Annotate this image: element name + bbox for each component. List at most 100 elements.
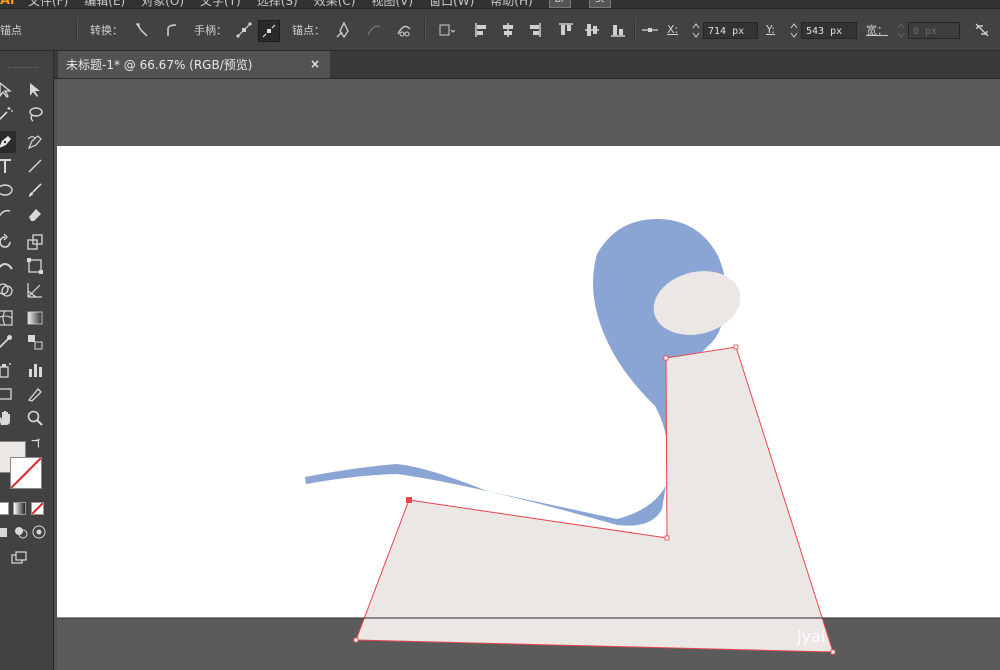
y-field[interactable]: 543 px bbox=[801, 22, 857, 39]
anchor-point[interactable] bbox=[733, 344, 739, 350]
context-label-wrap: 锚点 bbox=[0, 9, 22, 50]
draw-normal-icon[interactable] bbox=[0, 523, 12, 541]
document-tab[interactable]: 未标题-1* @ 66.67% (RGB/预览) × bbox=[58, 51, 330, 78]
blue-figure-shape[interactable] bbox=[305, 219, 726, 526]
convert-to-smooth-icon[interactable] bbox=[162, 20, 182, 40]
align-center-h-icon[interactable] bbox=[498, 20, 518, 40]
menu-view[interactable]: 视图(V) bbox=[371, 0, 413, 8]
curvature-tool-icon[interactable] bbox=[24, 131, 46, 153]
shape-builder-icon[interactable] bbox=[0, 279, 16, 301]
separator bbox=[634, 19, 636, 41]
document-tab-title: 未标题-1* @ 66.67% (RGB/预览) bbox=[66, 58, 253, 72]
menu-items: Ai 文件(F) 编辑(E) 对象(O) 文字(T) 选择(S) 效果(C) 视… bbox=[0, 0, 629, 8]
menu-edit[interactable]: 编辑(E) bbox=[84, 0, 125, 8]
y-stepper-icon[interactable] bbox=[789, 22, 799, 39]
align-bottom-icon[interactable] bbox=[608, 20, 628, 40]
menu-bar: Ai 文件(F) 编辑(E) 对象(O) 文字(T) 选择(S) 效果(C) 视… bbox=[0, 0, 1000, 9]
canvas-workspace[interactable]: jyai bbox=[57, 79, 1000, 670]
convert-to-corner-icon[interactable] bbox=[132, 20, 152, 40]
x-label: X: bbox=[667, 23, 679, 36]
w-label-wrap: 宽： bbox=[866, 9, 888, 50]
cut-path-icon[interactable] bbox=[394, 20, 414, 40]
shaper-tool-icon[interactable] bbox=[0, 203, 16, 225]
stock-button[interactable]: St bbox=[588, 0, 611, 8]
eraser-icon[interactable] bbox=[24, 203, 46, 225]
align-left-icon[interactable] bbox=[472, 20, 492, 40]
x-field[interactable]: 714 px bbox=[703, 22, 758, 39]
separator bbox=[76, 19, 78, 41]
scale-tool-icon[interactable] bbox=[24, 231, 46, 253]
gradient-tool-icon[interactable] bbox=[24, 307, 46, 329]
symbol-sprayer-icon[interactable] bbox=[0, 359, 16, 381]
convert-label-wrap: 转换： bbox=[90, 9, 123, 50]
anchor-point[interactable] bbox=[830, 649, 836, 655]
constrain-link-icon[interactable] bbox=[972, 20, 992, 40]
y-label-wrap: Y: bbox=[766, 9, 775, 50]
watermark: jyai bbox=[796, 627, 825, 646]
hand-tool-icon[interactable] bbox=[0, 407, 16, 429]
magic-wand-icon[interactable] bbox=[0, 103, 16, 125]
perspective-grid-icon[interactable] bbox=[24, 279, 46, 301]
document-tab-bar: 未标题-1* @ 66.67% (RGB/预览) × bbox=[54, 51, 1000, 79]
ellipse-tool-icon[interactable] bbox=[0, 179, 16, 201]
menu-object[interactable]: 对象(O) bbox=[141, 0, 184, 8]
x-stepper-icon[interactable] bbox=[691, 22, 701, 39]
w-field[interactable]: 0 px bbox=[908, 22, 960, 39]
menu-file[interactable]: 文件(F) bbox=[28, 0, 68, 8]
stroke-swatch[interactable] bbox=[10, 457, 42, 489]
align-to-icon[interactable] bbox=[436, 20, 456, 40]
anchor-point[interactable] bbox=[663, 355, 669, 361]
artboard-tool-icon[interactable] bbox=[0, 383, 16, 405]
menu-effect[interactable]: 效果(C) bbox=[314, 0, 356, 8]
menu-help[interactable]: 帮助(H) bbox=[490, 0, 532, 8]
free-transform-icon[interactable] bbox=[24, 255, 46, 277]
line-segment-icon[interactable] bbox=[24, 155, 46, 177]
tools-panel bbox=[0, 51, 54, 670]
app-logo: Ai bbox=[0, 0, 15, 8]
gradient-mode-button[interactable] bbox=[13, 502, 26, 515]
cream-selected-path[interactable] bbox=[355, 346, 834, 653]
pen-tool-icon[interactable] bbox=[0, 131, 16, 153]
anchor-point[interactable] bbox=[664, 535, 670, 541]
blend-tool-icon[interactable] bbox=[24, 331, 46, 353]
align-right-icon[interactable] bbox=[524, 20, 544, 40]
close-tab-icon[interactable]: × bbox=[310, 57, 320, 71]
reference-point-icon[interactable] bbox=[640, 20, 660, 40]
selection-arrow-icon[interactable] bbox=[0, 79, 16, 101]
menu-window[interactable]: 窗口(W) bbox=[429, 0, 474, 8]
draw-inside-icon[interactable] bbox=[30, 523, 48, 541]
w-label: 宽： bbox=[866, 23, 888, 37]
column-graph-icon[interactable] bbox=[24, 359, 46, 381]
zoom-tool-icon[interactable] bbox=[24, 407, 46, 429]
paintbrush-icon[interactable] bbox=[24, 179, 46, 201]
remove-anchor-icon[interactable] bbox=[334, 20, 354, 40]
anchor-point[interactable] bbox=[353, 637, 359, 643]
menu-select[interactable]: 选择(S) bbox=[257, 0, 298, 8]
lasso-icon[interactable] bbox=[24, 103, 46, 125]
menu-type[interactable]: 文字(T) bbox=[200, 0, 241, 8]
eyedropper-icon[interactable] bbox=[0, 331, 16, 353]
align-center-v-icon[interactable] bbox=[582, 20, 602, 40]
draw-behind-icon[interactable] bbox=[12, 523, 30, 541]
hide-handles-icon[interactable] bbox=[258, 20, 280, 42]
panel-grip[interactable] bbox=[8, 67, 38, 71]
rotate-tool-icon[interactable] bbox=[0, 231, 16, 253]
screen-mode-icon[interactable] bbox=[8, 547, 30, 569]
connect-anchors-icon[interactable] bbox=[364, 20, 384, 40]
color-mode-button[interactable] bbox=[0, 502, 9, 515]
artwork-layer[interactable]: jyai bbox=[57, 79, 1000, 670]
direct-selection-arrow-icon[interactable] bbox=[24, 79, 46, 101]
align-top-icon[interactable] bbox=[556, 20, 576, 40]
handles-label: 手柄： bbox=[194, 23, 227, 37]
show-handles-icon[interactable] bbox=[234, 20, 254, 40]
width-tool-icon[interactable] bbox=[0, 255, 16, 277]
anchor-point[interactable] bbox=[406, 497, 412, 503]
type-tool-icon[interactable] bbox=[0, 155, 16, 177]
none-mode-button[interactable] bbox=[31, 502, 44, 515]
w-stepper-icon[interactable] bbox=[896, 22, 906, 39]
mesh-tool-icon[interactable] bbox=[0, 307, 16, 329]
slice-tool-icon[interactable] bbox=[24, 383, 46, 405]
swap-fill-stroke-icon[interactable] bbox=[28, 437, 42, 451]
bridge-button[interactable]: Br bbox=[548, 0, 571, 8]
anchors-label-wrap: 锚点： bbox=[292, 9, 325, 50]
